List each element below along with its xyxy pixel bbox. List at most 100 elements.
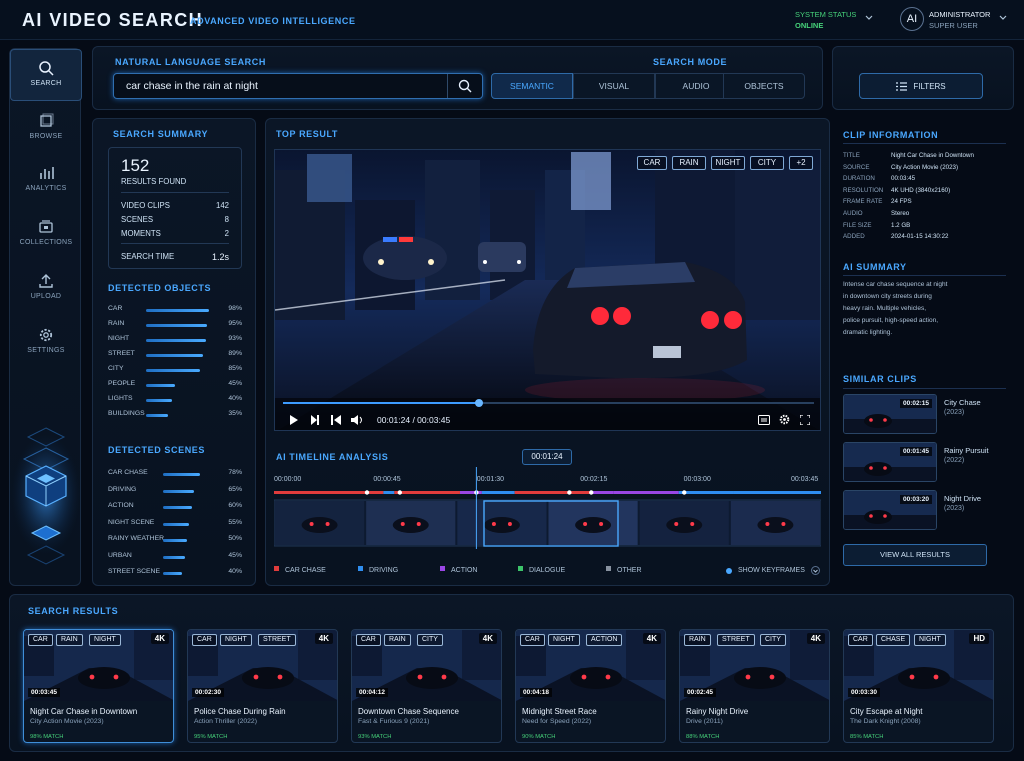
frame-taillight bbox=[583, 522, 588, 526]
gear-icon[interactable] bbox=[779, 414, 790, 425]
video-player[interactable]: CAR RAIN NIGHT CITY +2 00:01:24 / 00:03:45 bbox=[274, 149, 821, 431]
sidebar-item-search[interactable]: SEARCH bbox=[10, 49, 82, 101]
sidebar-item-label: COLLECTIONS bbox=[19, 239, 73, 246]
result-match: 93% MATCH bbox=[358, 734, 392, 740]
frame-car-shape bbox=[757, 517, 794, 533]
timeline-title: AI TIMELINE ANALYSIS bbox=[276, 452, 389, 462]
bar-row: CAR CHASE 78% bbox=[108, 467, 242, 481]
video-tag[interactable]: CITY bbox=[750, 156, 784, 170]
progress-handle[interactable] bbox=[475, 399, 484, 407]
clip-info-key: RESOLUTION bbox=[843, 186, 884, 194]
result-source: Drive (2011) bbox=[686, 718, 723, 725]
play-icon[interactable] bbox=[289, 415, 299, 425]
mode-semantic[interactable]: SEMANTIC bbox=[491, 73, 573, 99]
result-duration: 00:02:30 bbox=[192, 688, 225, 697]
bar-track bbox=[163, 506, 211, 509]
sidebar-item-upload[interactable]: UPLOAD bbox=[10, 263, 82, 315]
frame-car-shape bbox=[575, 517, 612, 533]
captions-icon[interactable] bbox=[758, 415, 770, 425]
next-frame-icon[interactable] bbox=[310, 415, 320, 425]
keyframe-marker[interactable] bbox=[397, 490, 403, 495]
bar-row: RAINY WEATHER 50% bbox=[108, 533, 242, 547]
timeline-segment bbox=[678, 491, 734, 494]
bar-row: STREET SCENE 40% bbox=[108, 566, 242, 580]
gear-icon bbox=[39, 328, 53, 342]
result-card[interactable]: CAR CHASE NIGHT HD 00:03:30 City Escape at Ni… bbox=[843, 629, 994, 743]
keyframe-marker[interactable] bbox=[364, 490, 370, 495]
bar-value: 93% bbox=[228, 335, 242, 342]
legend-swatch bbox=[440, 566, 445, 571]
sidebar-item-browse[interactable]: BROWSE bbox=[10, 103, 82, 155]
clip-info-key: TITLE bbox=[843, 152, 860, 159]
result-card[interactable]: CAR NIGHT STREET 4K 00:02:30 Police Chase Dur… bbox=[187, 629, 338, 743]
frame-car-shape bbox=[666, 517, 703, 533]
sidebar-item-analytics[interactable]: ANALYTICS bbox=[10, 155, 82, 207]
search-button[interactable] bbox=[447, 74, 482, 98]
result-card[interactable]: CAR NIGHT ACTION 4K 00:04:18 Midnight Street … bbox=[515, 629, 666, 743]
bar-track bbox=[146, 354, 210, 357]
timeline-mark: 00:03:00 bbox=[684, 476, 711, 483]
bar-label: DRIVING bbox=[108, 485, 137, 493]
bar-fill bbox=[146, 324, 207, 327]
mode-objects[interactable]: OBJECTS bbox=[723, 73, 805, 99]
top-result-panel: TOP RESULT CAR RAIN NIGHT CITY +2 00:01:… bbox=[265, 118, 830, 586]
clip-info-value: 1.2 GB bbox=[891, 221, 911, 229]
bar-fill bbox=[163, 522, 190, 526]
sidebar-item-settings[interactable]: SETTINGS bbox=[10, 317, 82, 369]
bar-fill bbox=[146, 414, 169, 417]
similar-clip-title[interactable]: Rainy Pursuit bbox=[944, 446, 989, 455]
video-tag[interactable]: NIGHT bbox=[711, 156, 745, 170]
similar-clip-title[interactable]: City Chase bbox=[944, 398, 981, 407]
bar-row: ACTION 60% bbox=[108, 500, 242, 514]
bar-row: DRIVING 65% bbox=[108, 484, 242, 498]
video-tag[interactable]: RAIN bbox=[672, 156, 706, 170]
result-tag: CAR bbox=[356, 634, 381, 646]
show-keyframes-toggle[interactable]: SHOW KEYFRAMES bbox=[726, 566, 820, 575]
timeline-segment bbox=[733, 491, 821, 494]
keyframe-marker[interactable] bbox=[589, 490, 594, 495]
search-input[interactable] bbox=[113, 73, 483, 99]
bar-value: 45% bbox=[228, 551, 242, 559]
filters-label: FILTERS bbox=[913, 81, 946, 91]
video-tag[interactable]: +2 bbox=[789, 156, 813, 170]
bar-value: 45% bbox=[228, 380, 242, 387]
view-all-results-button[interactable]: VIEW ALL RESULTS bbox=[843, 544, 987, 566]
sidebar-item-collections[interactable]: COLLECTIONS bbox=[10, 209, 82, 261]
frame-taillight bbox=[781, 522, 786, 526]
volume-icon[interactable] bbox=[351, 415, 363, 425]
chevron-down-icon[interactable] bbox=[999, 15, 1007, 21]
user-menu[interactable]: ADMINISTRATOR SUPER USER bbox=[929, 9, 990, 31]
result-tag: CAR bbox=[520, 634, 545, 646]
summary-row: MOMENTS 2 bbox=[121, 229, 229, 238]
bar-label: RAINY WEATHER bbox=[108, 535, 165, 542]
similar-clip-title[interactable]: Night Drive bbox=[944, 494, 981, 503]
result-card[interactable]: RAIN STREET CITY 4K 00:02:45 Rainy Night Driv… bbox=[679, 629, 830, 743]
clip-info-key: ADDED bbox=[843, 233, 865, 241]
bar-fill bbox=[146, 384, 175, 387]
similar-clip-thumb[interactable]: 00:01:45 bbox=[843, 442, 937, 482]
chevron-down-icon[interactable] bbox=[865, 15, 873, 21]
skip-back-icon[interactable] bbox=[331, 415, 341, 425]
timeline-mark: 00:03:45 bbox=[791, 476, 818, 483]
keyframe-marker[interactable] bbox=[567, 490, 572, 495]
timeline-chart[interactable]: 00:00:00 00:00:45 00:01:30 00:02:15 00:03:00… bbox=[274, 467, 821, 553]
avatar[interactable]: AI bbox=[900, 7, 924, 31]
system-status[interactable]: SYSTEM STATUS ONLINE bbox=[795, 9, 856, 31]
similar-clip-thumb[interactable]: 00:02:15 bbox=[843, 394, 937, 434]
filters-button[interactable]: FILTERS bbox=[859, 73, 983, 99]
mode-visual[interactable]: VISUAL bbox=[573, 73, 655, 99]
result-card[interactable]: CAR RAIN CITY 4K 00:04:12 Downtown Chase Sequ… bbox=[351, 629, 502, 743]
keyframe-marker[interactable] bbox=[682, 490, 687, 495]
similar-clip-thumb[interactable]: 00:03:20 bbox=[843, 490, 937, 530]
result-duration: 00:04:18 bbox=[520, 688, 553, 697]
video-tag[interactable]: CAR bbox=[637, 156, 667, 170]
bar-fill bbox=[163, 572, 183, 575]
bar-fill bbox=[163, 506, 192, 509]
frame-taillight bbox=[416, 522, 421, 526]
legend-item: CAR CHASE bbox=[274, 566, 326, 574]
keyframes-dot-icon bbox=[726, 567, 732, 574]
result-card[interactable]: CAR RAIN NIGHT 4K 00:03:45 Night Car Chase in… bbox=[23, 629, 174, 743]
app-subtitle: ADVANCED VIDEO INTELLIGENCE bbox=[190, 16, 356, 26]
bar-track bbox=[146, 324, 210, 327]
fullscreen-icon[interactable] bbox=[800, 415, 810, 425]
